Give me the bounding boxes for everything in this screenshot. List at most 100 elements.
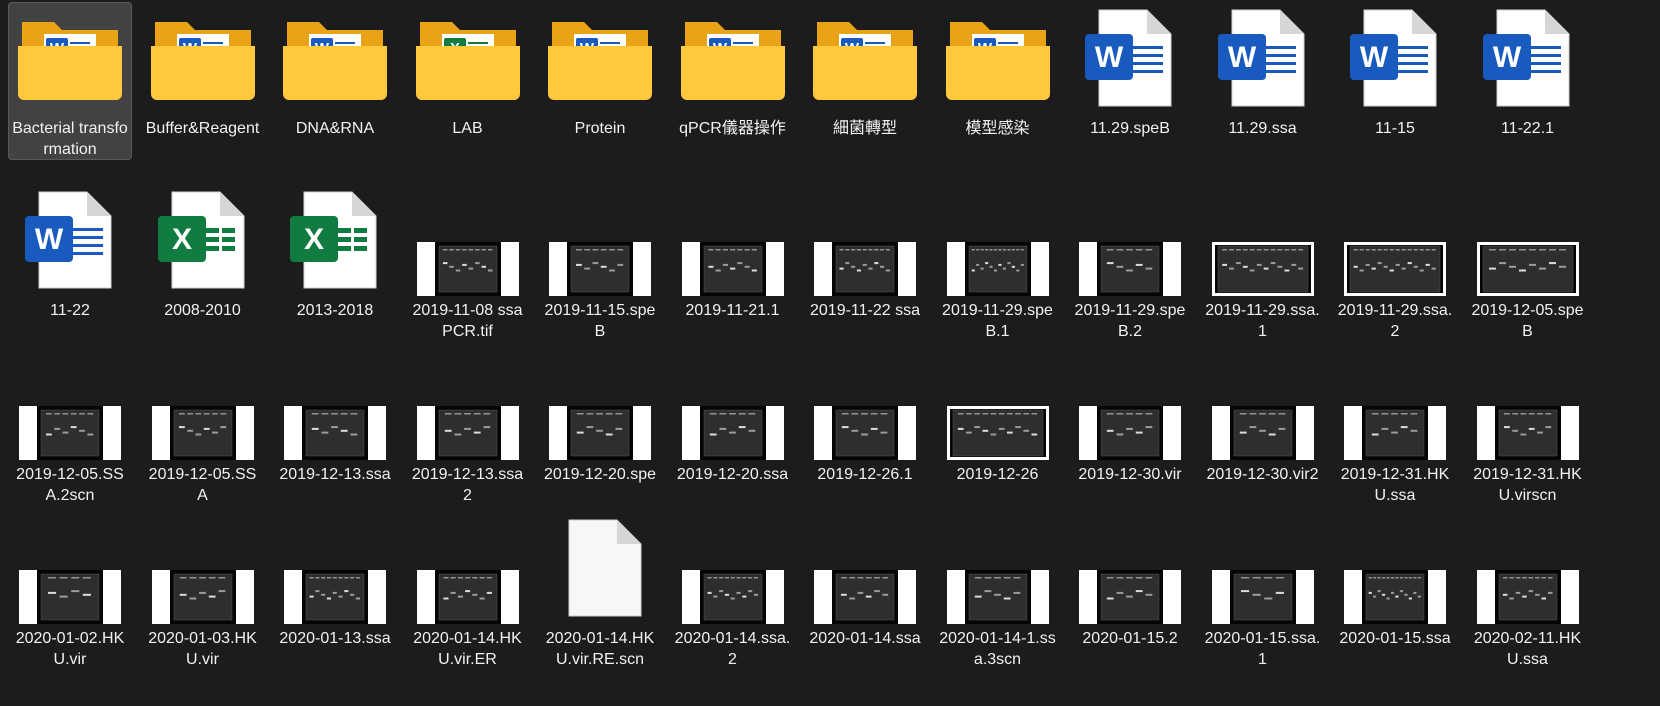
file-item[interactable]: 2020-01-14.HKU.vir.ER <box>406 512 530 670</box>
file-item[interactable]: 2019-11-22 ssa <box>803 184 927 321</box>
file-item[interactable]: 2019-11-29.ssa.2 <box>1333 184 1457 342</box>
folder-icon: W <box>141 2 265 114</box>
file-item[interactable]: 2019-12-30.vir2 <box>1201 348 1325 485</box>
file-item[interactable]: 2020-01-15.2 <box>1068 512 1192 649</box>
file-name: 2020-01-14-1.ssa.3scn <box>939 630 1056 668</box>
file-name: 11-15 <box>1375 120 1415 137</box>
svg-text:W: W <box>1227 41 1256 74</box>
file-item[interactable]: 2020-01-15.ssa.1 <box>1201 512 1325 670</box>
image-thumbnail <box>538 348 662 460</box>
folder-icon: W <box>538 2 662 114</box>
file-item[interactable]: X 2008-2010 <box>141 184 265 321</box>
file-item[interactable]: 2020-01-02.HKU.vir <box>8 512 132 670</box>
file-item[interactable]: W qPCR儀器操作 <box>671 2 795 139</box>
image-thumbnail <box>1466 184 1590 296</box>
image-thumbnail <box>1068 348 1192 460</box>
file-name: DNA&RNA <box>295 120 375 137</box>
word-document-icon: W <box>1466 2 1590 114</box>
image-thumbnail <box>1201 348 1325 460</box>
file-item[interactable]: 2019-12-13.ssa2 <box>406 348 530 506</box>
file-item[interactable]: W 11-15 <box>1333 2 1457 139</box>
file-item[interactable]: W 模型感染 <box>936 2 1060 139</box>
file-name: Buffer&Reagent <box>145 120 260 137</box>
file-name: 11.29.ssa <box>1228 120 1297 137</box>
file-item[interactable]: 2019-12-30.vir <box>1068 348 1192 485</box>
blank-file-icon <box>538 512 662 624</box>
folder-icon: W <box>8 2 132 114</box>
file-item[interactable]: 2020-01-14.HKU.vir.RE.scn <box>538 512 662 670</box>
image-thumbnail <box>1466 512 1590 624</box>
file-item[interactable]: 2019-11-29.spe B.1 <box>936 184 1060 342</box>
file-name: 2019-11-29.spe B.1 <box>942 302 1053 340</box>
file-name: 細菌轉型 <box>832 120 897 137</box>
file-item[interactable]: 2019-12-13.ssa <box>273 348 397 485</box>
file-item[interactable]: 2019-11-15.spe B <box>538 184 662 342</box>
image-thumbnail <box>1068 512 1192 624</box>
image-thumbnail <box>1466 348 1590 460</box>
file-name: 2020-01-15.2 <box>1082 630 1178 647</box>
file-item[interactable]: 2019-12-31.HKU.virscn <box>1466 348 1590 506</box>
file-name: 2019-11-21.1 <box>685 302 780 319</box>
file-item[interactable]: W DNA&RNA <box>273 2 397 139</box>
image-thumbnail <box>8 512 132 624</box>
file-name: 2019-12-30.vir <box>1078 466 1182 483</box>
image-thumbnail <box>671 512 795 624</box>
file-name: 2020-01-15.ssa.1 <box>1204 630 1321 668</box>
image-thumbnail <box>538 184 662 296</box>
file-item[interactable]: 2019-11-29.ssa.1 <box>1201 184 1325 342</box>
image-thumbnail <box>936 348 1060 460</box>
file-item[interactable]: 2019-11-29.spe B.2 <box>1068 184 1192 342</box>
image-thumbnail <box>936 512 1060 624</box>
excel-spreadsheet-icon: X <box>273 184 397 296</box>
file-name: LAB <box>452 120 483 137</box>
file-item[interactable]: X LAB <box>406 2 530 139</box>
file-name: 11-22 <box>50 302 90 319</box>
file-item[interactable]: 2019-11-21.1 <box>671 184 795 321</box>
file-item[interactable]: 2019-12-05.SSA <box>141 348 265 506</box>
file-name: 2019-12-05.speB <box>1471 302 1584 340</box>
file-item[interactable]: 2020-01-14-1.ssa.3scn <box>936 512 1060 670</box>
image-thumbnail <box>803 512 927 624</box>
file-item[interactable]: 2020-01-03.HKU.vir <box>141 512 265 670</box>
file-name: 2008-2010 <box>164 302 241 319</box>
file-item[interactable]: W Bacterial transformation <box>8 2 132 160</box>
file-item[interactable]: 2019-12-26.1 <box>803 348 927 485</box>
file-name: 11.29.speB <box>1090 120 1170 137</box>
file-item[interactable]: W 11-22.1 <box>1466 2 1590 139</box>
svg-text:W: W <box>35 223 64 256</box>
file-item[interactable]: X 2013-2018 <box>273 184 397 321</box>
image-thumbnail <box>1201 512 1325 624</box>
image-thumbnail <box>671 184 795 296</box>
image-thumbnail <box>1333 348 1457 460</box>
file-item[interactable]: 2020-01-14.ssa.2 <box>671 512 795 670</box>
file-name: 2019-11-29.ssa.1 <box>1205 302 1320 340</box>
file-item[interactable]: 2019-11-08 ssa PCR.tif <box>406 184 530 342</box>
file-item[interactable]: 2020-02-11.HKU.ssa <box>1466 512 1590 670</box>
file-item[interactable]: W Buffer&Reagent <box>141 2 265 139</box>
file-item[interactable]: W 11-22 <box>8 184 132 321</box>
folder-icon: W <box>936 2 1060 114</box>
file-item[interactable]: 2019-12-31.HKU.ssa <box>1333 348 1457 506</box>
file-item[interactable]: 2020-01-14.ssa <box>803 512 927 649</box>
file-item[interactable]: W 11.29.speB <box>1068 2 1192 139</box>
file-name: 2019-12-31.HKU.ssa <box>1340 466 1450 504</box>
svg-text:X: X <box>304 223 324 256</box>
file-item[interactable]: W Protein <box>538 2 662 139</box>
image-thumbnail <box>273 512 397 624</box>
file-item[interactable]: 2020-01-15.ssa <box>1333 512 1457 649</box>
file-item[interactable]: 2020-01-13.ssa <box>273 512 397 649</box>
file-item[interactable]: 2019-12-05.speB <box>1466 184 1590 342</box>
file-item[interactable]: 2019-12-20.ssa <box>671 348 795 485</box>
file-item[interactable]: W 11.29.ssa <box>1201 2 1325 139</box>
file-item[interactable]: W 細菌轉型 <box>803 2 927 139</box>
file-name: 2020-01-14.ssa <box>809 630 921 647</box>
file-item[interactable]: 2019-12-20.spe <box>538 348 662 485</box>
svg-text:W: W <box>1095 41 1124 74</box>
image-thumbnail <box>1201 184 1325 296</box>
file-item[interactable]: 2019-12-26 <box>936 348 1060 485</box>
file-name: 2019-11-29.spe B.2 <box>1074 302 1186 340</box>
word-document-icon: W <box>8 184 132 296</box>
word-document-icon: W <box>1201 2 1325 114</box>
file-item[interactable]: 2019-12-05.SSA.2scn <box>8 348 132 506</box>
file-name: 11-22.1 <box>1500 120 1555 137</box>
